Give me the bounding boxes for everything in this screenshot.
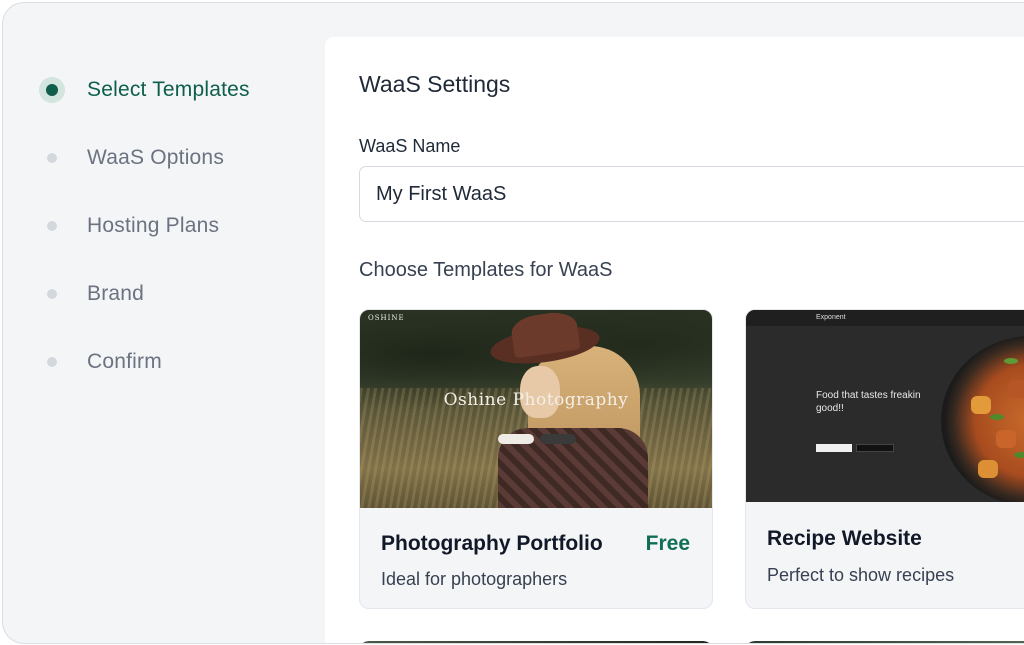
template-title: Photography Portfolio <box>381 532 603 555</box>
step-label: WaaS Options <box>87 146 225 169</box>
step-indicator-icon <box>39 349 65 375</box>
waas-name-input[interactable] <box>359 166 1024 222</box>
thumbnail-brand: OSHINE <box>368 314 405 322</box>
template-card-recipe[interactable]: Exponent Food that tastes freakin good!!… <box>745 309 1024 609</box>
thumbnail-headline: Food that tastes freakin good!! <box>816 390 921 414</box>
step-waas-options[interactable]: WaaS Options <box>39 143 224 173</box>
step-indicator-icon <box>39 145 65 171</box>
step-indicator-icon <box>39 213 65 239</box>
template-card-peek[interactable] <box>745 641 1024 643</box>
template-description: Perfect to show recipes <box>767 565 955 585</box>
step-label: Select Templates <box>87 78 250 101</box>
wizard-steps: Select Templates WaaS Options Hosting Pl… <box>3 3 325 643</box>
templates-heading: Choose Templates for WaaS <box>359 259 613 281</box>
step-hosting-plans[interactable]: Hosting Plans <box>39 211 219 241</box>
step-label: Confirm <box>87 350 162 373</box>
settings-panel: WaaS Settings WaaS Name Choose Templates… <box>325 37 1024 643</box>
template-thumbnail: Exponent Food that tastes freakin good!! <box>746 310 1024 502</box>
app-frame: Select Templates WaaS Options Hosting Pl… <box>2 2 1024 644</box>
step-indicator-icon <box>39 281 65 307</box>
template-thumbnail: OSHINE Oshine Photography <box>360 310 712 508</box>
template-title: Recipe Website <box>767 527 922 550</box>
template-description: Ideal for photographers <box>381 569 568 589</box>
step-label: Brand <box>87 282 145 305</box>
step-select-templates[interactable]: Select Templates <box>39 75 250 105</box>
thumbnail-logo: Exponent <box>816 314 846 321</box>
step-confirm[interactable]: Confirm <box>39 347 162 377</box>
template-price: Free <box>645 532 690 555</box>
template-card-photography[interactable]: OSHINE Oshine Photography Photography Po… <box>359 309 713 609</box>
step-label: Hosting Plans <box>87 214 220 237</box>
thumbnail-title: Oshine Photography <box>443 390 629 410</box>
step-active-indicator-icon <box>39 77 65 103</box>
panel-title: WaaS Settings <box>359 71 511 97</box>
step-brand[interactable]: Brand <box>39 279 144 309</box>
waas-name-label: WaaS Name <box>359 136 461 156</box>
template-card-peek[interactable] <box>359 641 713 643</box>
